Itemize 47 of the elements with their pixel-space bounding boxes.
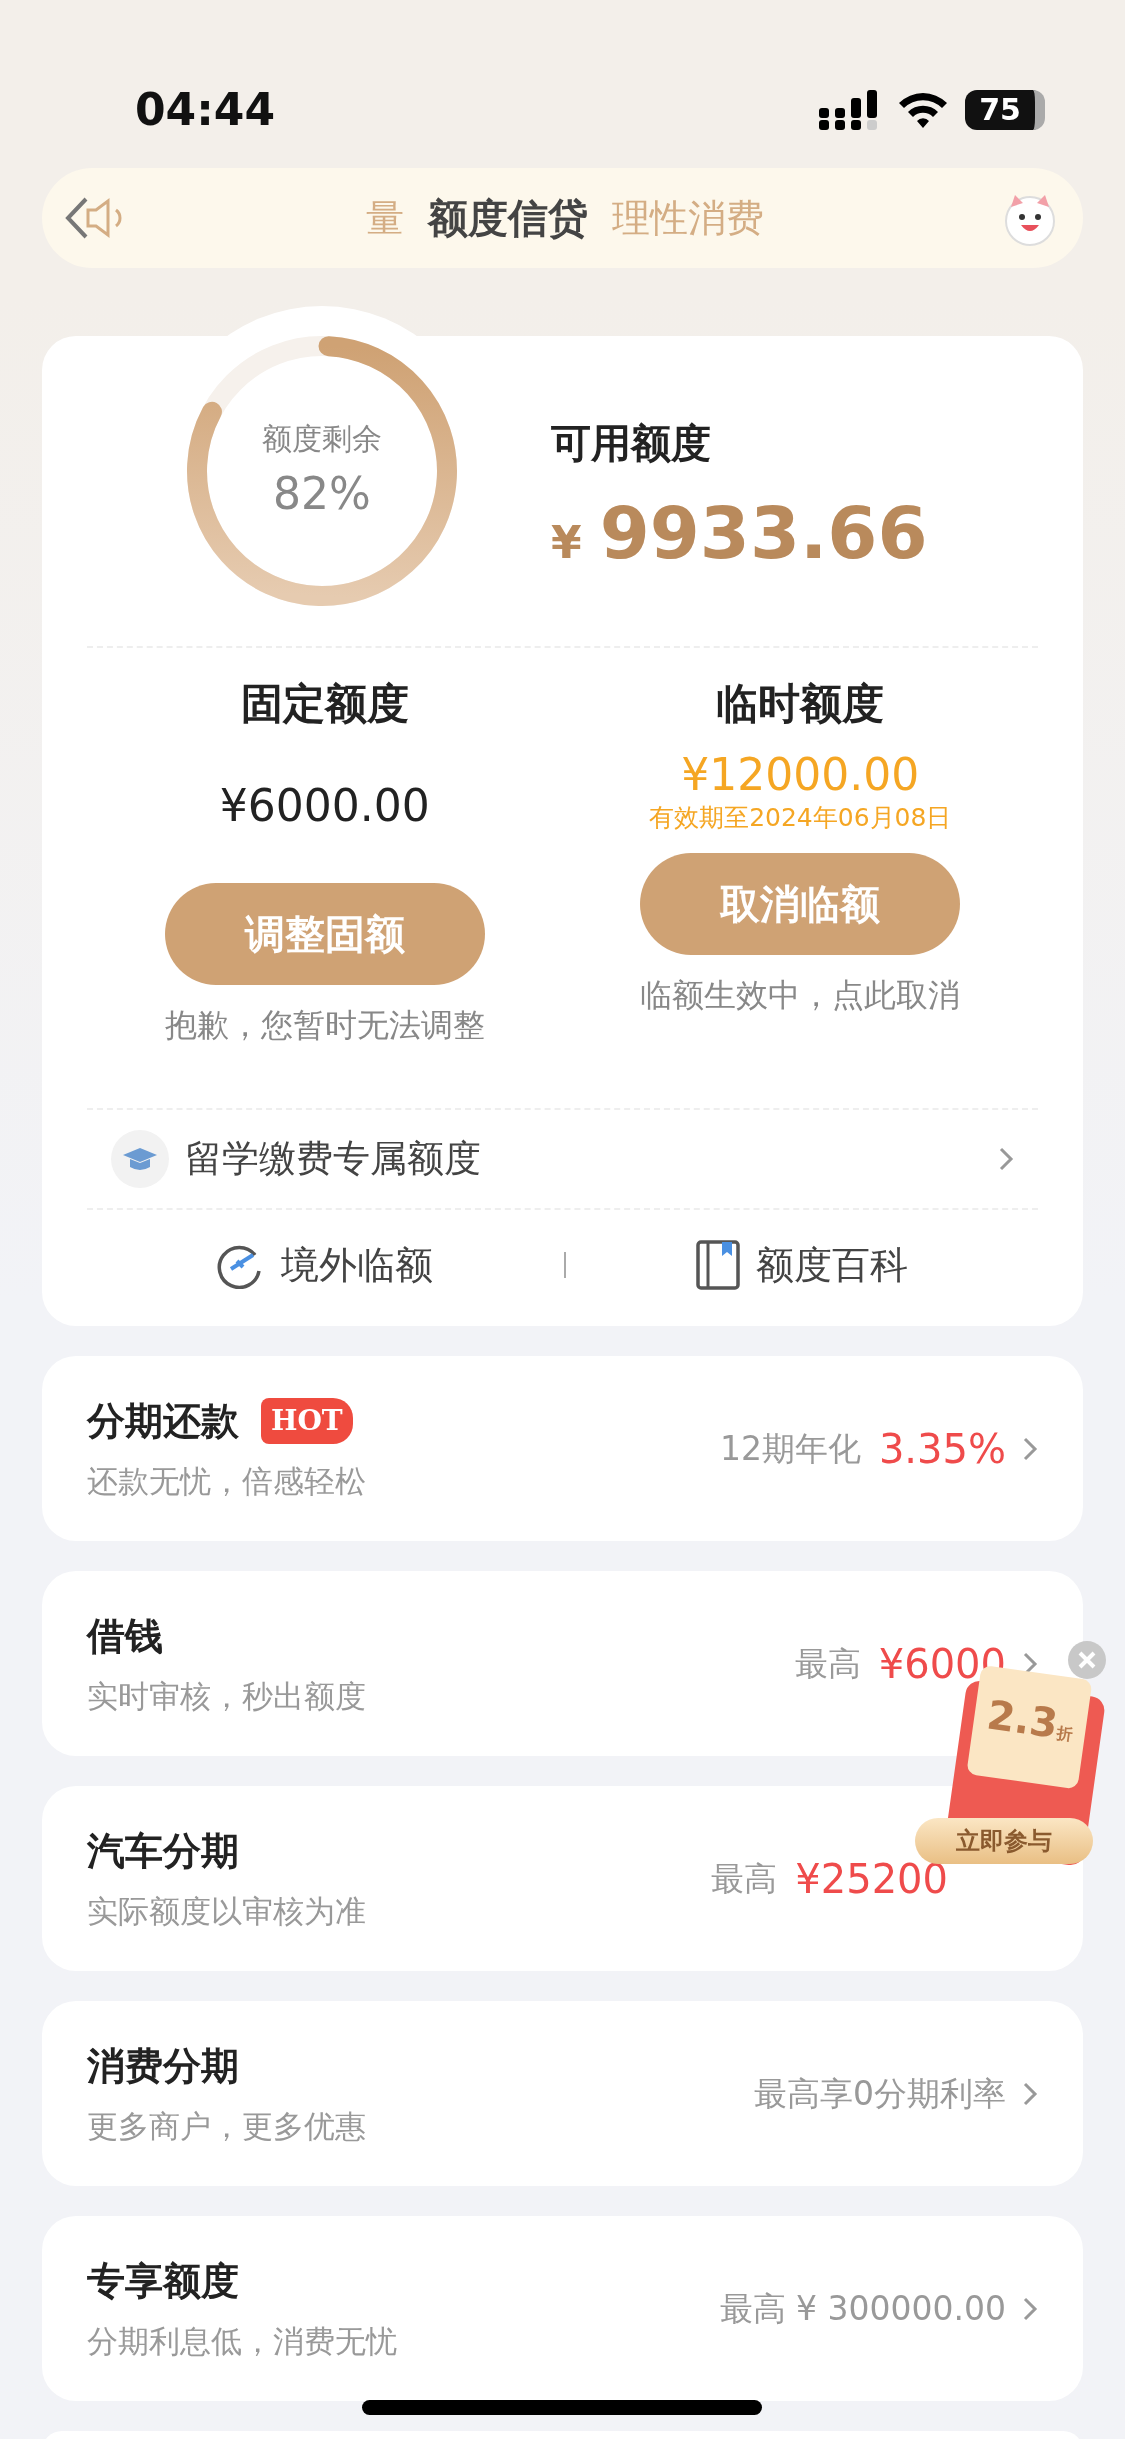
product-value: 3.35%	[878, 1424, 1006, 1474]
product-label: 最高	[794, 1642, 861, 1685]
link-button[interactable]: 境外临额	[211, 1235, 440, 1295]
product-subtitle: 还款无忧，倍感轻松	[87, 1461, 367, 1501]
book-icon	[695, 1240, 740, 1290]
join-button[interactable]: 立即参与	[915, 1818, 1093, 1864]
back-icon[interactable]	[64, 196, 90, 240]
product-label: 最高 ¥ 300000.00	[719, 2287, 1006, 2330]
graduation-cap-icon	[111, 1130, 169, 1188]
product-subtitle: 分期利息低，消费无忧	[87, 2321, 398, 2361]
product-label: 最高	[711, 1857, 778, 1900]
page-title: 额度信贷	[427, 194, 588, 243]
product-label: 最高享0分期利率	[754, 2072, 1006, 2115]
product-title: 消费分期	[87, 2042, 239, 2090]
available-label: 可用额度	[551, 419, 712, 468]
validity-text: 有效期至2024年06月08日	[649, 802, 952, 835]
status-time: 04:44	[135, 83, 276, 137]
discount-unit: 折	[1055, 1723, 1074, 1747]
product-title: 分期还款	[87, 1397, 239, 1445]
amount-text: ¥12000.00	[681, 751, 920, 800]
ring-label: 额度剩余	[262, 419, 382, 458]
hot-tag: HOT	[261, 1398, 353, 1445]
hint-text: 临额生效中，点此取消	[640, 974, 961, 1016]
hint-text: 抱歉，您暂时无法调整	[164, 1005, 485, 1046]
available-amount: 9933.66	[599, 497, 928, 569]
wifi-icon	[897, 91, 950, 129]
section-title: 固定额度	[240, 678, 409, 730]
product-card[interactable]: 消费分期 更多商户，更多优惠 最高享0分期利率	[42, 2001, 1083, 2186]
ring-percent: 82%	[273, 466, 371, 521]
product-subtitle: 实时审核，秒出额度	[87, 1676, 367, 1716]
study-credit-link[interactable]: 留学缴费专属额度	[185, 1131, 982, 1187]
section-title: 临时额度	[716, 678, 885, 730]
product-title: 借钱	[87, 1612, 163, 1660]
currency-symbol: ¥	[551, 521, 582, 565]
chevron-icon	[998, 1146, 1014, 1172]
notice-text: 理性消费	[611, 194, 764, 242]
product-title: 汽车分期	[87, 1827, 239, 1875]
product-subtitle: 实际额度以审核为准	[87, 1891, 367, 1931]
product-subtitle: 更多商户，更多优惠	[87, 2106, 367, 2146]
product-card[interactable]: 分期还款 HOT 还款无忧，倍感轻松 12期年化 3.35%	[42, 1356, 1083, 1541]
amount-text: ¥6000.00	[219, 779, 430, 833]
product-title: 专享额度	[87, 2257, 239, 2305]
battery-indicator: 75	[965, 90, 1045, 130]
product-label: 12期年化	[719, 1427, 861, 1470]
notice-text: 量	[365, 194, 404, 242]
product-card[interactable]: 专享额度 分期利息低，消费无忧 最高 ¥ 300000.00	[42, 2216, 1083, 2401]
link-button[interactable]: 额度百科	[689, 1235, 914, 1295]
